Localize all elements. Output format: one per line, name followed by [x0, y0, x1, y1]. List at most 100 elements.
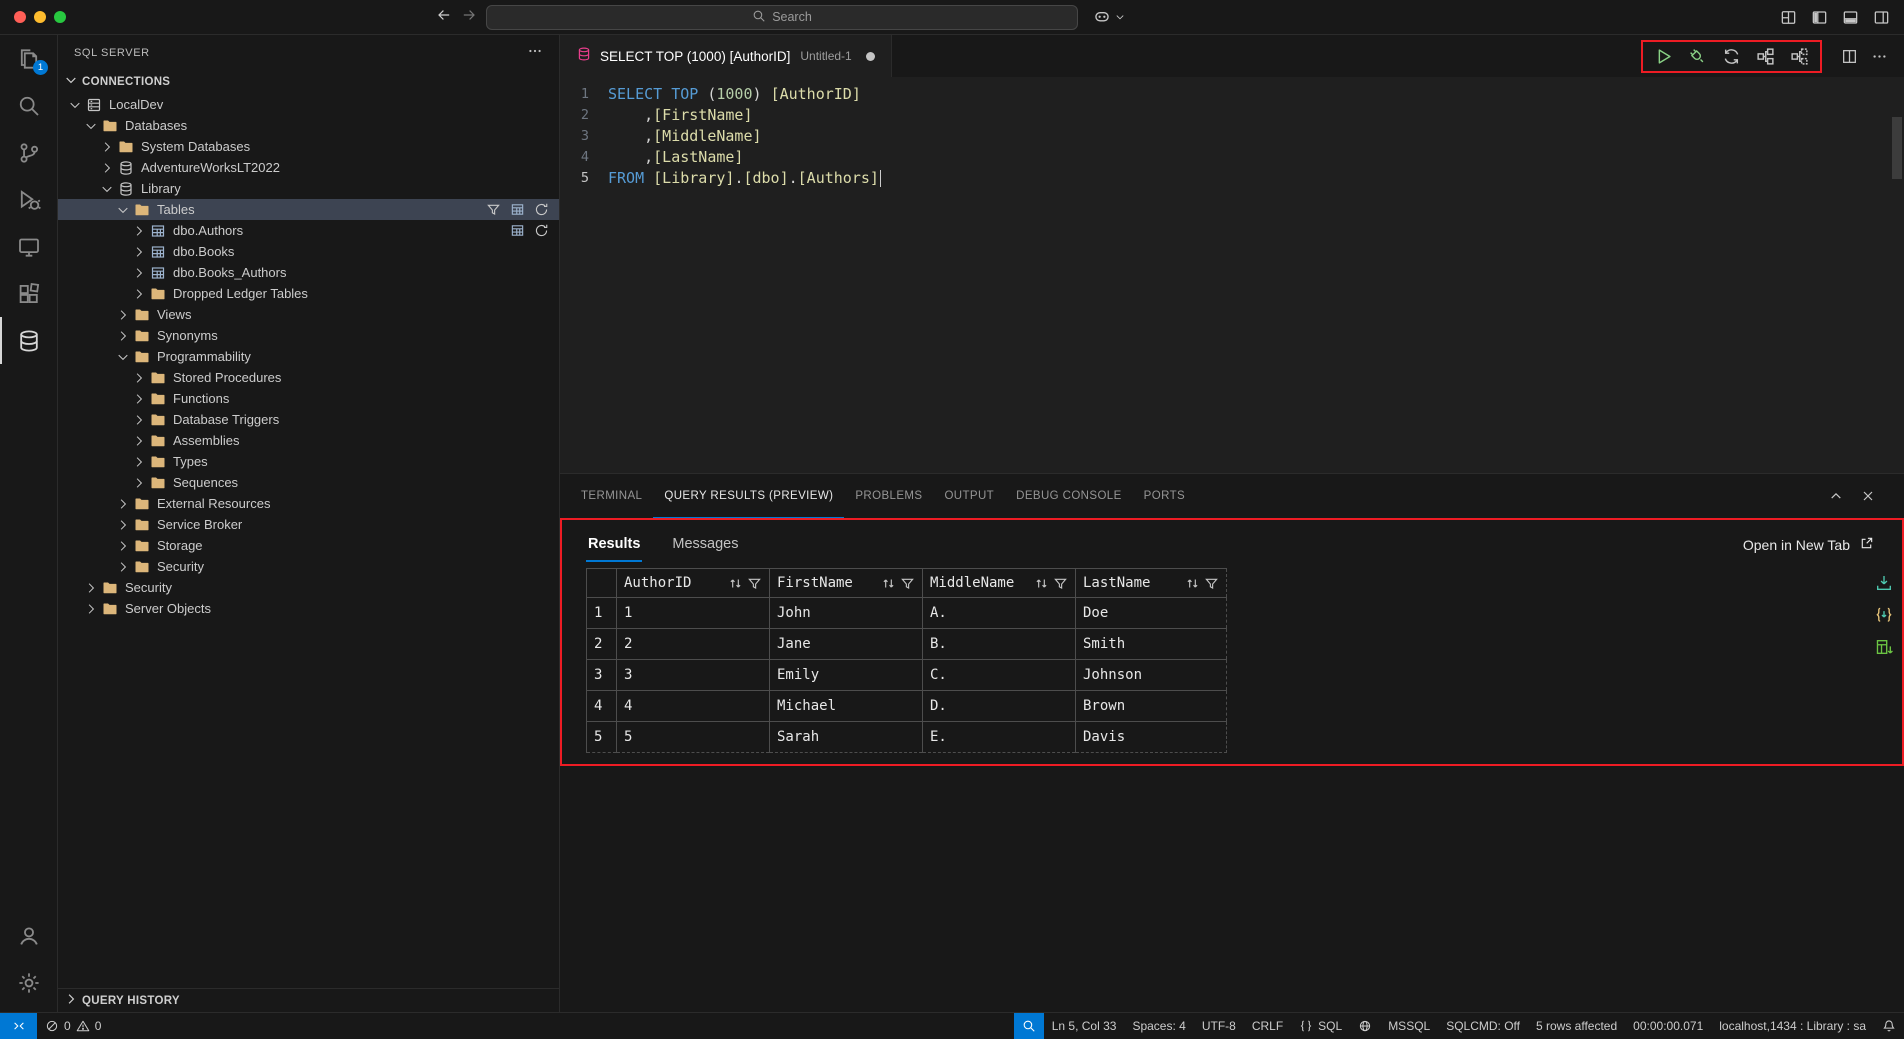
status-query-elapsed-time[interactable]: 00:00:00.071: [1625, 1013, 1711, 1039]
panel-tab-terminal[interactable]: TERMINAL: [570, 474, 653, 518]
tree-item-stored-procedures[interactable]: Stored Procedures: [58, 367, 559, 388]
filter-icon[interactable]: [900, 576, 915, 591]
customize-layout-button[interactable]: [1780, 9, 1797, 26]
estimated-plan-button[interactable]: [1756, 47, 1775, 66]
grid-cell[interactable]: Emily: [770, 660, 923, 691]
refresh-table-button[interactable]: [534, 223, 549, 238]
select-top-1000-button[interactable]: [510, 223, 525, 238]
split-editor-button[interactable]: [1841, 48, 1858, 65]
chevron-right-icon[interactable]: [130, 370, 148, 386]
save-as-excel-button[interactable]: [1875, 638, 1893, 656]
row-number-cell[interactable]: 4: [587, 691, 617, 722]
toggle-secondary-sidebar-button[interactable]: [1873, 9, 1890, 26]
chevron-right-icon[interactable]: [130, 475, 148, 491]
chevron-down-icon[interactable]: [82, 118, 100, 134]
activity-bar-item-sql-server[interactable]: [0, 317, 57, 364]
grid-row[interactable]: 44MichaelD.Brown: [587, 691, 1227, 722]
save-as-json-button[interactable]: [1875, 606, 1893, 624]
chevron-right-icon[interactable]: [130, 223, 148, 239]
code-line-3[interactable]: 3 ,[MiddleName]: [560, 125, 1904, 146]
grid-cell[interactable]: D.: [923, 691, 1076, 722]
tree-item-functions[interactable]: Functions: [58, 388, 559, 409]
tree-item-synonyms[interactable]: Synonyms: [58, 325, 559, 346]
minimize-window-button[interactable]: [34, 11, 46, 23]
tree-item-views[interactable]: Views: [58, 304, 559, 325]
activity-bar-item-source-control[interactable]: [0, 129, 57, 176]
connections-section-header[interactable]: CONNECTIONS: [58, 70, 559, 93]
chevron-right-icon[interactable]: [130, 454, 148, 470]
connect-button[interactable]: [1688, 47, 1707, 66]
new-table-button[interactable]: [510, 202, 525, 217]
chevron-right-icon[interactable]: [130, 433, 148, 449]
grid-cell[interactable]: 5: [617, 722, 770, 753]
toggle-panel-button[interactable]: [1842, 9, 1859, 26]
results-grid[interactable]: AuthorIDFirstNameMiddleNameLastName11Joh…: [586, 568, 1227, 753]
status-language-status[interactable]: [1350, 1013, 1380, 1039]
tree-item-dropped-ledger-tables[interactable]: Dropped Ledger Tables: [58, 283, 559, 304]
unsaved-changes-indicator[interactable]: [866, 52, 875, 61]
filter-icon[interactable]: [1204, 576, 1219, 591]
save-as-csv-button[interactable]: [1875, 574, 1893, 592]
sort-icon[interactable]: [728, 576, 743, 591]
close-panel-button[interactable]: [1860, 488, 1876, 504]
filter-tables-button[interactable]: [486, 202, 501, 217]
tree-item-security-server[interactable]: Security: [58, 577, 559, 598]
grid-row[interactable]: 33EmilyC.Johnson: [587, 660, 1227, 691]
status-connection-info[interactable]: localhost,1434 : Library : sa: [1711, 1013, 1874, 1039]
code-line-4[interactable]: 4 ,[LastName]: [560, 146, 1904, 167]
tree-item-adventureworkslt2022[interactable]: AdventureWorksLT2022: [58, 157, 559, 178]
activity-bar-item-run-and-debug[interactable]: [0, 176, 57, 223]
tree-item-assemblies[interactable]: Assemblies: [58, 430, 559, 451]
row-number-cell[interactable]: 2: [587, 629, 617, 660]
maximize-panel-button[interactable]: [1828, 488, 1844, 504]
panel-tab-output[interactable]: OUTPUT: [933, 474, 1005, 518]
status-zoom-indicator[interactable]: [1014, 1013, 1044, 1039]
tree-item-system-databases[interactable]: System Databases: [58, 136, 559, 157]
grid-column-header-firstname[interactable]: FirstName: [770, 569, 923, 598]
tree-item-security[interactable]: Security: [58, 556, 559, 577]
grid-column-header-authorid[interactable]: AuthorID: [617, 569, 770, 598]
grid-cell[interactable]: Sarah: [770, 722, 923, 753]
tree-item-localdev[interactable]: LocalDev: [58, 94, 559, 115]
activity-bar-item-remote-explorer[interactable]: [0, 223, 57, 270]
grid-cell[interactable]: Davis: [1076, 722, 1227, 753]
tree-item-dbo-authors[interactable]: dbo.Authors: [58, 220, 559, 241]
status-rows-affected[interactable]: 5 rows affected: [1528, 1013, 1625, 1039]
chevron-right-icon[interactable]: [114, 538, 132, 554]
status-language-mode[interactable]: SQL: [1291, 1013, 1350, 1039]
close-window-button[interactable]: [14, 11, 26, 23]
grid-cell[interactable]: E.: [923, 722, 1076, 753]
chevron-right-icon[interactable]: [98, 139, 116, 155]
chevron-right-icon[interactable]: [114, 307, 132, 323]
grid-cell[interactable]: 2: [617, 629, 770, 660]
status-notifications[interactable]: [1874, 1013, 1904, 1039]
panel-tab-query-results-preview[interactable]: QUERY RESULTS (PREVIEW): [653, 474, 844, 518]
results-tab-messages[interactable]: Messages: [670, 528, 740, 562]
tree-item-databases[interactable]: Databases: [58, 115, 559, 136]
row-number-cell[interactable]: 3: [587, 660, 617, 691]
row-number-cell[interactable]: 1: [587, 598, 617, 629]
chevron-right-icon[interactable]: [82, 601, 100, 617]
copilot-menu-button[interactable]: [1093, 8, 1126, 26]
tree-item-library[interactable]: Library: [58, 178, 559, 199]
activity-bar-item-accounts[interactable]: [0, 912, 57, 959]
grid-column-header-middlename[interactable]: MiddleName: [923, 569, 1076, 598]
refresh-tables-button[interactable]: [534, 202, 549, 217]
sort-icon[interactable]: [881, 576, 896, 591]
status-mssql-provider[interactable]: MSSQL: [1380, 1013, 1438, 1039]
tree-item-dbo-books[interactable]: dbo.Books: [58, 241, 559, 262]
chevron-down-icon[interactable]: [114, 349, 132, 365]
chevron-down-icon[interactable]: [98, 181, 116, 197]
tree-item-programmability[interactable]: Programmability: [58, 346, 559, 367]
grid-cell[interactable]: A.: [923, 598, 1076, 629]
chevron-right-icon[interactable]: [82, 580, 100, 596]
grid-cell[interactable]: Smith: [1076, 629, 1227, 660]
arrow-left-icon[interactable]: [436, 7, 452, 23]
search-input[interactable]: Search: [486, 5, 1078, 30]
grid-cell[interactable]: Doe: [1076, 598, 1227, 629]
tree-item-sequences[interactable]: Sequences: [58, 472, 559, 493]
chevron-right-icon[interactable]: [98, 160, 116, 176]
grid-cell[interactable]: 1: [617, 598, 770, 629]
grid-cell[interactable]: 4: [617, 691, 770, 722]
status-encoding[interactable]: UTF-8: [1194, 1013, 1244, 1039]
